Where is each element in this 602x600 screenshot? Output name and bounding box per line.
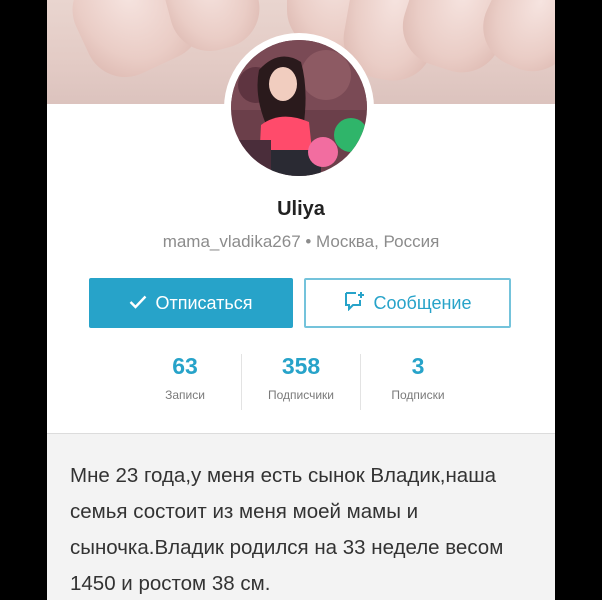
stat-value: 63 xyxy=(172,353,198,379)
stat-value: 358 xyxy=(281,353,321,379)
profile-meta: mama_vladika267 • Москва, Россия xyxy=(162,232,440,251)
bio-text: Мне 23 года,у меня есть сынок Владик,наш… xyxy=(70,464,504,595)
stat-followers[interactable]: 358 Подписчики xyxy=(241,352,361,402)
new-message-icon xyxy=(344,291,366,316)
stat-label: Записи xyxy=(165,388,205,402)
stats-row: 63 Записи 358 Подписчики 3 Подписки xyxy=(47,352,555,410)
check-icon xyxy=(129,293,147,314)
unsubscribe-button[interactable]: Отписаться xyxy=(89,278,293,328)
bio-section: Мне 23 года,у меня есть сынок Владик,наш… xyxy=(47,434,555,600)
unsubscribe-label: Отписаться xyxy=(155,292,253,313)
profile-name: Uliya xyxy=(277,198,325,220)
avatar[interactable] xyxy=(231,40,367,176)
profile-screen: Uliya mama_vladika267 • Москва, Россия О… xyxy=(47,0,555,600)
message-label: Сообщение xyxy=(373,292,472,313)
stat-value: 3 xyxy=(411,353,425,379)
stat-label: Подписки xyxy=(391,388,445,402)
message-button[interactable]: Сообщение xyxy=(304,278,511,328)
stat-posts[interactable]: 63 Записи xyxy=(125,352,245,402)
stat-following[interactable]: 3 Подписки xyxy=(358,352,478,402)
stat-label: Подписчики xyxy=(267,388,334,402)
